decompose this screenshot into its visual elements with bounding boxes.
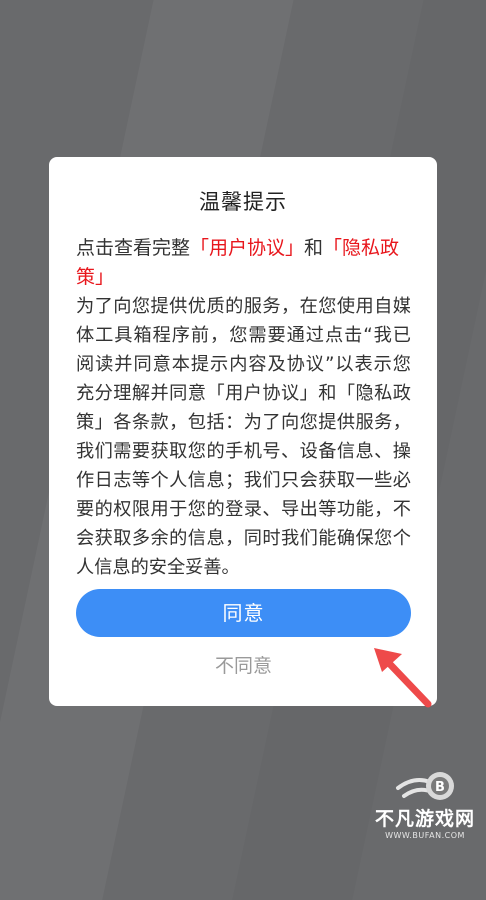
- watermark-logo-icon: B: [396, 772, 454, 800]
- watermark-name: 不凡游戏网: [374, 808, 475, 830]
- dialog-body-text: 为了向您提供优质的服务，在您使用自媒体工具箱程序前，您需要通过点击“我已阅读并同…: [76, 296, 411, 578]
- red-arrow-icon: [374, 648, 432, 708]
- agree-button[interactable]: 同意: [76, 589, 411, 637]
- svg-text:B: B: [435, 780, 445, 795]
- agreement-links: 点击查看完整「用户协议」和「隐私政策」: [76, 234, 411, 292]
- link-prefix: 点击查看完整: [76, 237, 191, 259]
- link-and: 和: [304, 237, 324, 259]
- disagree-button[interactable]: 不同意: [76, 651, 411, 681]
- user-agreement-link[interactable]: 「用户协议」: [190, 237, 304, 259]
- watermark: B 不凡游戏网 WWW.BUFAN.COM: [366, 764, 484, 856]
- watermark-url: WWW.BUFAN.COM: [385, 831, 465, 840]
- dialog-title: 温馨提示: [199, 190, 287, 214]
